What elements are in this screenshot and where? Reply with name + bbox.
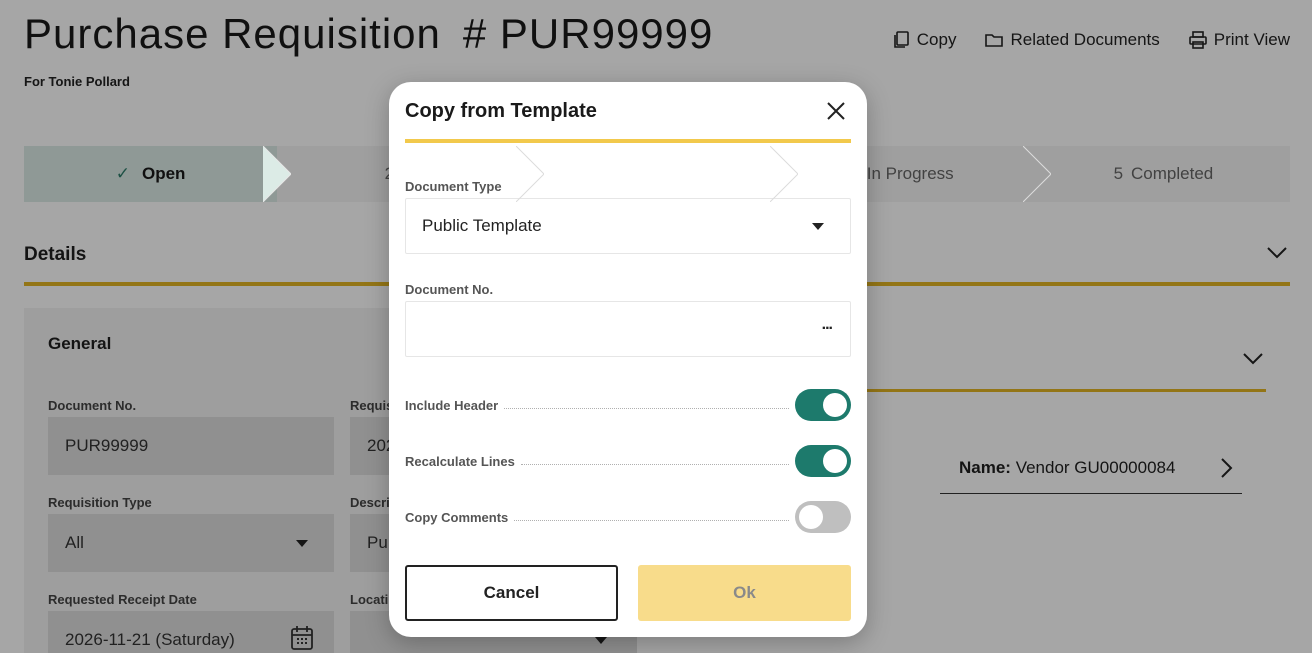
dotted-leader — [520, 463, 789, 465]
document-type-select[interactable]: Public Template — [405, 198, 851, 254]
document-type-value: Public Template — [422, 216, 542, 235]
more-options-icon[interactable]: ... — [822, 316, 833, 334]
cancel-button[interactable]: Cancel — [405, 565, 618, 621]
copy-comments-row: Copy Comments — [405, 501, 851, 533]
dialog-title: Copy from Template — [405, 100, 597, 122]
recalculate-lines-row: Recalculate Lines — [405, 445, 851, 477]
copy-comments-label: Copy Comments — [405, 509, 509, 525]
close-icon[interactable] — [825, 100, 847, 122]
dialog-title-divider — [405, 139, 851, 143]
document-no-label: Document No. — [405, 282, 494, 297]
toggle-knob — [799, 505, 823, 529]
ok-button[interactable]: Ok — [638, 565, 851, 621]
step-separator-icon — [516, 146, 545, 202]
dotted-leader — [504, 407, 789, 409]
copy-comments-toggle[interactable] — [795, 501, 851, 533]
caret-down-icon — [812, 223, 824, 230]
toggle-knob — [823, 393, 847, 417]
toggle-knob — [823, 449, 847, 473]
document-no-lookup[interactable]: ... — [405, 301, 851, 357]
recalculate-lines-toggle[interactable] — [795, 445, 851, 477]
step-separator-icon — [263, 146, 292, 202]
dotted-leader — [514, 519, 789, 521]
step-separator-icon — [1022, 146, 1051, 202]
recalculate-lines-label: Recalculate Lines — [405, 453, 515, 469]
include-header-row: Include Header — [405, 389, 851, 421]
include-header-toggle[interactable] — [795, 389, 851, 421]
step-separator-icon — [769, 146, 798, 202]
include-header-label: Include Header — [405, 397, 499, 413]
document-type-label: Document Type — [405, 179, 502, 194]
